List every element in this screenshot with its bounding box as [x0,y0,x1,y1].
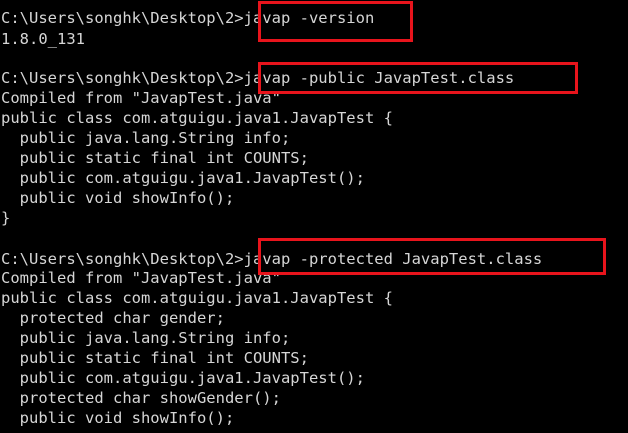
terminal-line-output: public static final int COUNTS; [1,149,309,167]
terminal-line-prompt-version: C:\Users\songhk\Desktop\2>javap -version [1,9,375,27]
terminal-line-output: public class com.atguigu.java1.JavapTest… [1,289,393,307]
terminal-line-output: public static final int COUNTS; [1,349,309,367]
terminal-line-output: 1.8.0_131 [1,30,85,48]
terminal-line-output: } [1,209,11,227]
terminal-line-output: public java.lang.String info; [1,329,291,347]
terminal-line-prompt-protected: C:\Users\songhk\Desktop\2>javap -protect… [1,250,543,268]
terminal-line-output: public class com.atguigu.java1.JavapTest… [1,109,393,127]
terminal-line-output: public java.lang.String info; [1,129,291,147]
terminal-line-output: public void showInfo(); [1,409,235,427]
terminal-line-output: Compiled from "JavapTest.java" [1,269,281,287]
terminal-line-prompt-public: C:\Users\songhk\Desktop\2>javap -public … [1,69,515,87]
terminal-line-output: protected char showGender(); [1,389,281,407]
terminal-line-output: protected char gender; [1,309,225,327]
terminal-window[interactable]: C:\Users\songhk\Desktop\2>javap -version… [0,0,628,433]
terminal-line-output: public com.atguigu.java1.JavapTest(); [1,169,365,187]
terminal-line-output: public void showInfo(); [1,189,235,207]
terminal-line-output: Compiled from "JavapTest.java" [1,89,281,107]
terminal-line-output: public com.atguigu.java1.JavapTest(); [1,369,365,387]
